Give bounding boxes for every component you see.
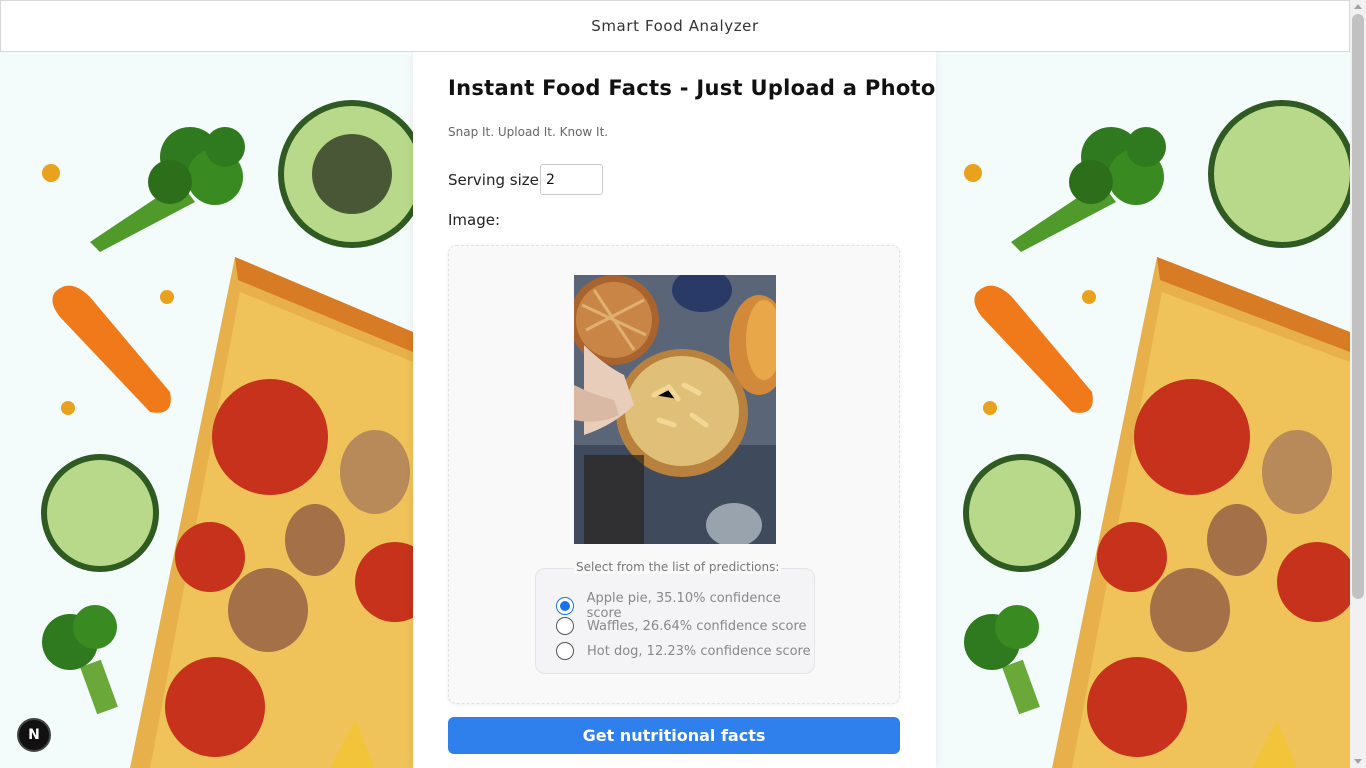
get-nutritional-facts-button[interactable]: Get nutritional facts: [448, 717, 900, 754]
serving-size-label: Serving size:: [448, 171, 544, 189]
pizza-slice-icon: [1052, 257, 1350, 768]
serving-size-input[interactable]: [540, 164, 603, 195]
food-illustration: [963, 100, 1350, 768]
page-subtitle: Snap It. Upload It. Know It.: [448, 125, 609, 139]
prediction-label: Hot dog, 12.23% confidence score: [587, 643, 811, 659]
cucumber-icon: [278, 100, 413, 248]
page-heading: Instant Food Facts - Just Upload a Photo: [448, 76, 936, 100]
image-dropzone[interactable]: Select from the list of predictions: App…: [448, 245, 900, 704]
food-illustration: [41, 100, 413, 768]
pizza-slice-icon: [130, 257, 413, 768]
radio-unchecked-icon[interactable]: [556, 617, 574, 635]
cucumber-icon: [1208, 100, 1350, 248]
carrot-icon: [974, 285, 1093, 413]
pie-photo-illustration: [574, 275, 776, 544]
image-label: Image:: [448, 211, 501, 229]
carrot-icon: [52, 285, 171, 413]
radio-checked-icon[interactable]: [556, 597, 574, 615]
broccoli-small-icon: [964, 605, 1040, 715]
page-scrollbar[interactable]: [1350, 0, 1366, 768]
broccoli-small-icon: [42, 605, 118, 715]
scroll-down-arrow-icon[interactable]: [1354, 759, 1362, 764]
prediction-option-hot-dog[interactable]: Hot dog, 12.23% confidence score: [556, 642, 811, 660]
cucumber-slice-icon: [41, 454, 159, 572]
prediction-option-waffles[interactable]: Waffles, 26.64% confidence score: [556, 617, 807, 635]
food-background-right: [936, 52, 1350, 768]
broccoli-icon: [1011, 127, 1166, 252]
scrollbar-thumb[interactable]: [1352, 14, 1364, 599]
predictions-legend: Select from the list of predictions:: [574, 560, 782, 574]
nextjs-dev-badge[interactable]: N: [17, 718, 51, 752]
scroll-up-arrow-icon[interactable]: [1354, 4, 1362, 9]
app-header: Smart Food Analyzer: [0, 0, 1350, 52]
app-title: Smart Food Analyzer: [591, 17, 759, 35]
cucumber-slice-icon: [963, 454, 1081, 572]
radio-unchecked-icon[interactable]: [556, 642, 574, 660]
broccoli-icon: [90, 127, 245, 252]
uploaded-food-photo: [574, 275, 776, 544]
food-background-left: [0, 52, 413, 768]
upload-panel: Instant Food Facts - Just Upload a Photo…: [413, 52, 936, 768]
predictions-fieldset: Select from the list of predictions: App…: [535, 560, 815, 674]
prediction-label: Waffles, 26.64% confidence score: [587, 618, 807, 634]
